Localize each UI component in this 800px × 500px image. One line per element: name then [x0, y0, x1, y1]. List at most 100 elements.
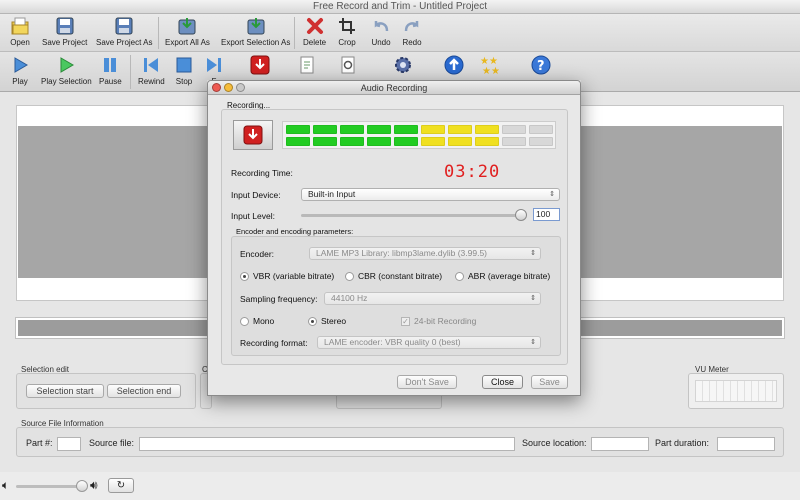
settings-button[interactable] — [393, 55, 413, 77]
close-window-icon[interactable] — [212, 83, 221, 92]
pause-button[interactable]: Pause — [99, 55, 122, 86]
input-device-select[interactable]: Built-in Input ⇕ — [301, 188, 560, 201]
dont-save-button[interactable]: Don't Save — [397, 375, 457, 389]
play-label: Play — [12, 77, 28, 86]
export-all-button[interactable]: Export All As — [165, 16, 210, 47]
play-button[interactable]: Play — [10, 55, 30, 86]
format-select[interactable]: LAME encoder: VBR quality 0 (best) ⇕ — [317, 336, 541, 349]
open-button[interactable]: Open — [10, 16, 30, 47]
main-window-titlebar: Free Record and Trim - Untitled Project — [0, 0, 800, 14]
meter-cell — [529, 137, 553, 146]
volume-slider[interactable] — [16, 480, 88, 492]
dialog-titlebar: Audio Recording — [208, 81, 580, 95]
stop-button[interactable]: Stop — [174, 55, 194, 86]
selection-end-button[interactable]: Selection end — [107, 384, 181, 398]
part-number-label: Part #: — [26, 438, 53, 448]
input-level-thumb[interactable] — [514, 209, 527, 221]
toolbar-separator — [294, 17, 295, 49]
encoder-value: LAME MP3 Library: libmp3lame.dylib (3.99… — [316, 248, 488, 258]
record-toolbar-button[interactable] — [250, 55, 270, 77]
cbr-radio[interactable]: CBR (constant bitrate) — [345, 271, 442, 281]
delete-icon — [305, 16, 325, 36]
level-meter — [282, 121, 556, 149]
minimize-window-icon[interactable] — [224, 83, 233, 92]
meter-cell — [367, 125, 391, 134]
export-selection-button[interactable]: Export Selection As — [221, 16, 290, 47]
stars-icon: ★★ ★★ — [479, 55, 499, 75]
vu-meter — [688, 373, 784, 409]
open-icon — [10, 16, 30, 36]
radio-dot — [455, 271, 464, 281]
vbr-radio[interactable]: VBR (variable bitrate) — [240, 271, 334, 281]
sampling-select[interactable]: 44100 Hz ⇕ — [324, 292, 541, 305]
source-location-field[interactable] — [591, 437, 649, 451]
meter-cell — [475, 125, 499, 134]
open-label: Open — [10, 38, 30, 47]
upload-button[interactable] — [444, 55, 464, 77]
redo-icon — [402, 16, 422, 36]
source-location-label: Source location: — [522, 438, 587, 448]
stop-icon — [174, 55, 194, 75]
redo-button[interactable]: Redo — [402, 16, 422, 47]
export-selection-label: Export Selection As — [221, 38, 291, 47]
cbr-label: CBR (constant bitrate) — [358, 271, 443, 281]
radio-dot — [345, 271, 354, 281]
save-project-button[interactable]: Save Project — [42, 16, 87, 47]
save-as-icon — [114, 16, 134, 36]
toolbar-separator — [158, 17, 159, 49]
meter-cell — [313, 125, 337, 134]
save-project-as-button[interactable]: Save Project As — [96, 16, 152, 47]
rate-button[interactable]: ★★ ★★ — [479, 55, 499, 77]
input-level-slider[interactable] — [301, 209, 527, 221]
crop-label: Crop — [338, 38, 356, 47]
crop-button[interactable]: Crop — [337, 16, 357, 47]
selection-start-button[interactable]: Selection start — [26, 384, 104, 398]
window-title: Free Record and Trim - Untitled Project — [313, 1, 487, 12]
undo-icon — [371, 16, 391, 36]
zoom-window-icon[interactable] — [236, 83, 245, 92]
format-label: Recording format: — [240, 338, 308, 348]
select-arrows-icon: ⇕ — [549, 191, 555, 198]
24bit-checkbox[interactable]: ✓ 24-bit Recording — [401, 316, 476, 326]
meter-cell — [448, 125, 472, 134]
part-number-field[interactable] — [57, 437, 81, 451]
input-level-field[interactable]: 100 — [533, 208, 560, 221]
undo-button[interactable]: Undo — [371, 16, 391, 47]
redo-label: Redo — [402, 38, 422, 47]
record-icon — [250, 55, 270, 75]
stereo-radio[interactable]: Stereo — [308, 316, 346, 326]
play-selection-label: Play Selection — [41, 77, 92, 86]
meter-cell — [340, 137, 364, 146]
meter-cell — [448, 137, 472, 146]
close-button[interactable]: Close — [482, 375, 523, 389]
meter-cell — [367, 137, 391, 146]
play-selection-button[interactable]: Play Selection — [41, 55, 92, 86]
delete-button[interactable]: Delete — [303, 16, 326, 47]
encoder-select[interactable]: LAME MP3 Library: libmp3lame.dylib (3.99… — [309, 247, 541, 260]
meter-cell — [421, 137, 445, 146]
document-button[interactable] — [297, 55, 317, 77]
input-device-label: Input Device: — [231, 190, 281, 200]
mono-radio[interactable]: Mono — [240, 316, 274, 326]
rewind-button[interactable]: Rewind — [138, 55, 165, 86]
recording-section: Recording Time: 03:20 Input Device: Buil… — [221, 109, 568, 365]
find-button[interactable] — [338, 55, 358, 77]
meter-cell — [421, 125, 445, 134]
select-arrows-icon: ⇕ — [530, 339, 536, 346]
help-button[interactable]: ? — [531, 55, 551, 77]
arrow-up-circle-icon — [444, 55, 464, 75]
loop-button[interactable]: ↻ — [108, 478, 134, 493]
record-button[interactable] — [233, 120, 273, 150]
abr-radio[interactable]: ABR (average bitrate) — [455, 271, 550, 281]
dialog-title: Audio Recording — [360, 83, 428, 93]
radio-dot — [308, 316, 317, 326]
svg-text:?: ? — [537, 59, 545, 74]
encoder-section: Encoder: LAME MP3 Library: libmp3lame.dy… — [231, 236, 561, 356]
magnifier-document-icon — [338, 55, 358, 75]
encoder-section-title: Encoder and encoding parameters: — [236, 227, 354, 236]
export-icon — [177, 16, 197, 36]
source-file-field[interactable] — [139, 437, 515, 451]
volume-slider-thumb[interactable] — [76, 480, 88, 492]
save-button[interactable]: Save — [531, 375, 568, 389]
part-duration-field[interactable] — [717, 437, 775, 451]
